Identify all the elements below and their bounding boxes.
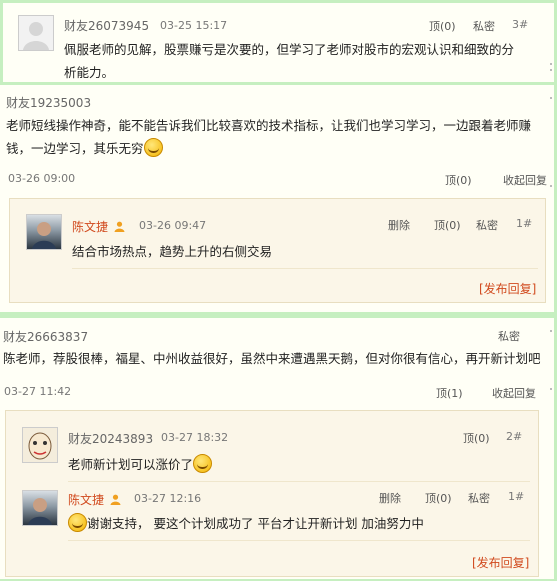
user-silhouette-icon (23, 22, 49, 50)
avatar[interactable] (22, 490, 58, 526)
smile-emoji-icon (68, 513, 87, 532)
smile-emoji-icon (193, 454, 213, 473)
private-button[interactable]: 私密 (468, 490, 490, 506)
divider (68, 481, 530, 482)
private-button[interactable]: 私密 (498, 328, 520, 344)
delete-button[interactable]: 删除 (388, 217, 410, 233)
person-badge-icon (114, 221, 125, 232)
upvote-button[interactable]: 顶(0) (463, 430, 490, 446)
floor-number: 1# (508, 490, 525, 503)
floor-number: 3# (512, 18, 529, 31)
reply-time: 03-27 18:32 (161, 431, 229, 444)
comment-time: 03-25 15:17 (160, 19, 228, 32)
divider (68, 540, 530, 541)
reply-time: 03-27 12:16 (134, 492, 202, 505)
default-avatar[interactable] (18, 15, 54, 51)
publish-reply-link[interactable]: [发布回复] (479, 280, 536, 297)
private-button[interactable]: 私密 (476, 217, 498, 233)
comment-text: 陈老师，荐股很棒，福星、中州收益很好，虽然中来遭遇黑天鹅，但对你很有信心，再开新… (3, 351, 541, 366)
comment-panel-3: 财友26663837 私密 陈老师，荐股很棒，福星、中州收益很好，虽然中来遭遇黑… (0, 318, 554, 579)
private-button[interactable]: 私密 (473, 18, 495, 34)
reply-author[interactable]: 陈文捷 (68, 491, 104, 508)
smile-emoji-icon (143, 138, 163, 157)
comment-author[interactable]: 财友26073945 (64, 17, 149, 34)
avatar[interactable] (26, 214, 62, 250)
delete-button[interactable]: 删除 (379, 490, 401, 506)
reply-text: 谢谢支持， 要这个计划成功了 平台才让开新计划 加油努力中 (68, 512, 508, 535)
comment-text: 佩服老师的见解，股票赚亏是次要的，但学习了老师对股市的宏观认识和细致的分析能力。 (64, 42, 515, 80)
comment-panel-1: 财友26073945 03-25 15:17 顶(0) 私密 3# 佩服老师的见… (3, 3, 554, 82)
comment-panel-2: 财友19235003 老师短线操作神奇，能不能告诉我们比较喜欢的技术指标，让我们… (0, 85, 554, 312)
divider (72, 268, 538, 269)
comment-author[interactable]: 财友19235003 (6, 94, 91, 111)
upvote-button[interactable]: 顶(0) (429, 18, 456, 34)
floor-number: 1# (516, 217, 533, 230)
avatar[interactable] (22, 427, 58, 463)
collapse-replies-button[interactable]: 收起回复 (503, 172, 547, 188)
reply-author[interactable]: 陈文捷 (72, 218, 108, 235)
comment-time: 03-27 11:42 (4, 385, 72, 398)
comment-author[interactable]: 财友26663837 (3, 328, 88, 345)
floor-number: 2# (506, 430, 523, 443)
publish-reply-link[interactable]: [发布回复] (472, 554, 529, 571)
reply-time: 03-26 09:47 (139, 219, 207, 232)
person-badge-icon (110, 494, 121, 505)
upvote-button[interactable]: 顶(0) (445, 172, 472, 188)
reply-text: 结合市场热点，趋势上升的右侧交易 (72, 244, 273, 259)
reply-box: 陈文捷 03-26 09:47 删除 顶(0) 私密 1# 结合市场热点，趋势上… (9, 198, 546, 303)
upvote-button[interactable]: 顶(0) (425, 490, 452, 506)
reply-author[interactable]: 财友20243893 (68, 430, 153, 447)
reply-text: 老师新计划可以涨价了 (68, 453, 508, 476)
upvote-button[interactable]: 顶(1) (436, 385, 463, 401)
collapse-replies-button[interactable]: 收起回复 (492, 385, 536, 401)
upvote-button[interactable]: 顶(0) (434, 217, 461, 233)
doodle-face-icon (28, 432, 52, 460)
user-photo-icon (32, 222, 56, 249)
reply-box: 财友20243893 03-27 18:32 顶(0) 2# 老师新计划可以涨价… (5, 410, 539, 577)
comment-text: 老师短线操作神奇，能不能告诉我们比较喜欢的技术指标，让我们也学习学习，一边跟着老… (6, 118, 532, 157)
comment-time: 03-26 09:00 (8, 172, 76, 185)
user-photo-icon (28, 498, 52, 525)
